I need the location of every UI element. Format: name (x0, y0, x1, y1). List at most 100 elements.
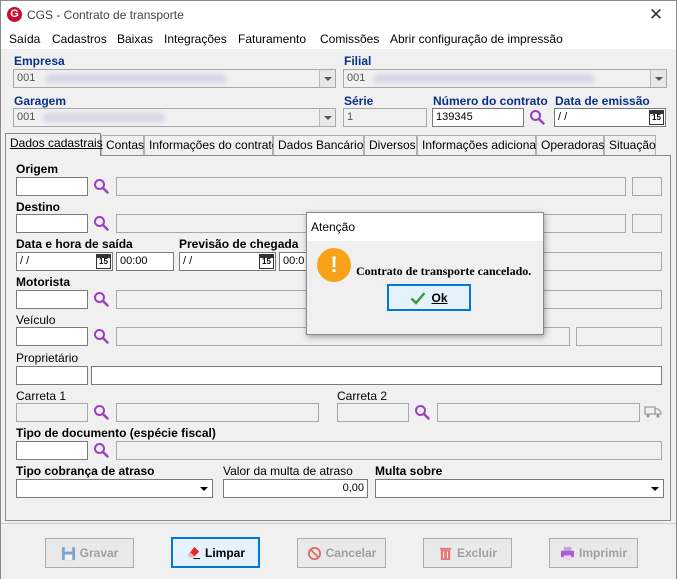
search-icon[interactable] (93, 291, 109, 307)
destino-code-field[interactable] (16, 214, 88, 233)
menu-saida[interactable]: Saída (9, 32, 40, 46)
destino-label: Destino (16, 200, 61, 214)
menu-baixas[interactable]: Baixas (117, 32, 153, 46)
tab-label: Situação (609, 138, 656, 152)
tab-dados-cadastrais[interactable]: Dados cadastrais (5, 133, 103, 156)
previsao-chegada-label: Previsão de chegada (179, 237, 299, 251)
chevron-down-icon[interactable] (650, 70, 666, 87)
menu-comissoes[interactable]: Comissões (320, 32, 379, 46)
data-saida-value: / / (20, 255, 30, 267)
menu-bar: Saída Cadastros Baixas Integrações Fatur… (1, 29, 676, 49)
empresa-label: Empresa (14, 54, 65, 68)
imprimir-button[interactable]: Imprimir (549, 538, 638, 568)
close-window-button[interactable]: ✕ (642, 4, 670, 26)
data-saida-label: Data e hora de saída (16, 237, 133, 251)
warning-icon: ! (317, 248, 351, 282)
hora-saida-field[interactable]: 00:00 (116, 252, 174, 271)
tab-diversos[interactable]: Diversos (364, 135, 417, 155)
tab-dados-bancarios[interactable]: Dados Bancários (273, 135, 369, 155)
carreta2-label: Carreta 2 (337, 389, 388, 403)
carreta2-description-field (437, 403, 640, 422)
main-window: G CGS - Contrato de transporte ✕ Saída C… (0, 0, 677, 579)
filial-label: Filial (344, 54, 372, 68)
empresa-code: 001 (17, 72, 36, 84)
data-emissao-value: / / (558, 111, 568, 123)
tipo-cobranca-label: Tipo cobrança de atraso (16, 464, 155, 478)
carreta1-code-field[interactable] (16, 403, 88, 422)
data-saida-field[interactable]: / / 15 (16, 252, 113, 271)
search-icon[interactable] (414, 404, 430, 420)
valor-multa-field[interactable]: 0,00 (223, 479, 368, 498)
chevron-down-icon[interactable] (319, 109, 335, 126)
serie-field[interactable]: 1 (343, 108, 427, 127)
menu-integracoes[interactable]: Integrações (164, 32, 227, 46)
carreta2-code-field[interactable] (337, 403, 409, 422)
search-icon[interactable] (93, 215, 109, 231)
title-bar: G CGS - Contrato de transporte ✕ (1, 1, 676, 29)
menu-faturamento[interactable]: Faturamento (238, 32, 306, 46)
data-emissao-label: Data de emissão (555, 94, 650, 108)
menu-cadastros[interactable]: Cadastros (52, 32, 107, 46)
tab-label: Informações adicionais (422, 138, 545, 152)
data-emissao-field[interactable]: / / 15 (554, 108, 666, 127)
garagem-name-redacted (44, 113, 164, 122)
tab-contas[interactable]: Contas (101, 135, 144, 155)
carreta1-label: Carreta 1 (16, 389, 67, 403)
numero-contrato-field[interactable]: 139345 (432, 108, 524, 127)
empresa-select[interactable]: 001 (13, 69, 336, 88)
filial-select[interactable]: 001 (343, 69, 667, 88)
origem-label: Origem (16, 162, 59, 176)
calendar-icon[interactable]: 15 (96, 254, 111, 269)
previsao-value: / / (183, 255, 193, 267)
tipo-cobranca-select[interactable] (16, 479, 213, 498)
tab-situacao[interactable]: Situação (604, 135, 656, 155)
save-icon (61, 546, 75, 560)
garagem-select[interactable]: 001 (13, 108, 336, 127)
dialog-title: Atenção (307, 213, 543, 241)
origem-code-field[interactable] (16, 177, 88, 196)
chevron-down-icon[interactable] (647, 480, 663, 497)
search-icon[interactable] (93, 178, 109, 194)
motorista-code-field[interactable] (16, 290, 88, 309)
checkmark-icon (411, 291, 426, 305)
garagem-code: 001 (17, 111, 36, 123)
search-icon[interactable] (529, 109, 545, 125)
cancelar-label: Cancelar (325, 546, 377, 560)
eraser-icon (187, 546, 201, 560)
chevron-down-icon[interactable] (319, 70, 335, 87)
veiculo-placa-field (576, 327, 662, 346)
search-icon[interactable] (93, 404, 109, 420)
cancelar-button[interactable]: Cancelar (297, 538, 386, 568)
gravar-button[interactable]: Gravar (45, 538, 134, 568)
chevron-down-icon[interactable] (196, 480, 212, 497)
ok-button[interactable]: Ok (387, 284, 471, 311)
veiculo-code-field[interactable] (16, 327, 88, 346)
calendar-icon[interactable]: 15 (259, 254, 274, 269)
search-icon[interactable] (93, 442, 109, 458)
trash-icon (439, 547, 452, 560)
tipo-documento-code-field[interactable] (16, 441, 88, 460)
gravar-label: Gravar (79, 546, 119, 560)
menu-abrir-config-impressao[interactable]: Abrir configuração de impressão (390, 32, 563, 46)
proprietario-code-field[interactable] (16, 366, 88, 385)
dialog-message: Contrato de transporte cancelado. (356, 264, 532, 278)
tab-label: Diversos (369, 138, 416, 152)
truck-icon[interactable] (644, 405, 662, 419)
limpar-button[interactable]: Limpar (171, 537, 260, 568)
calendar-icon[interactable]: 15 (649, 110, 664, 125)
excluir-button[interactable]: Excluir (423, 538, 512, 568)
printer-icon (560, 546, 575, 560)
empresa-name-redacted (46, 74, 226, 83)
multa-sobre-select[interactable] (375, 479, 664, 498)
tab-informacoes-adicionais[interactable]: Informações adicionais (417, 135, 545, 155)
motorista-label: Motorista (16, 275, 70, 289)
imprimir-label: Imprimir (578, 546, 627, 560)
origem-description-field (116, 177, 626, 196)
tipo-documento-label: Tipo de documento (espécie fiscal) (16, 426, 216, 440)
proprietario-name-field[interactable] (91, 366, 662, 385)
search-icon[interactable] (93, 328, 109, 344)
valor-multa-label: Valor da multa de atraso (223, 464, 353, 478)
previsao-chegada-field[interactable]: / / 15 (179, 252, 276, 271)
tab-informacoes-contrato[interactable]: Informações do contrato (144, 135, 278, 155)
tab-operadoras[interactable]: Operadoras (536, 135, 604, 155)
